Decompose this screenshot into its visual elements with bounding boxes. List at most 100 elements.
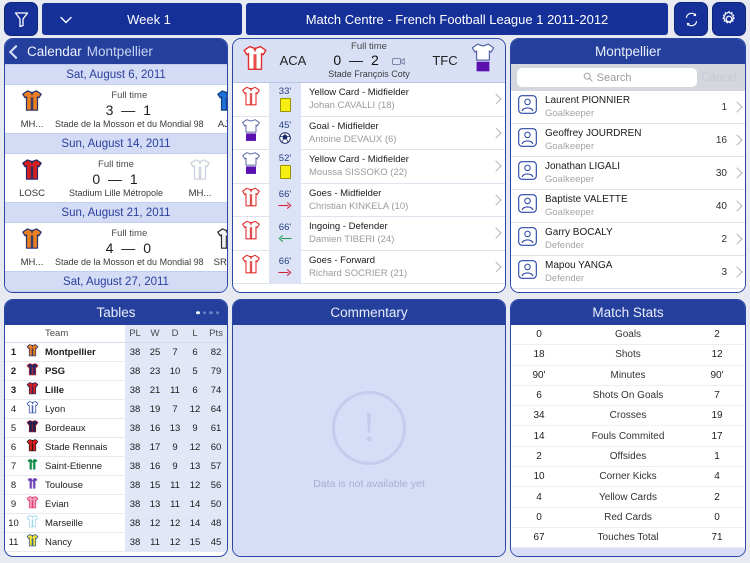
disclosure-chevron-icon[interactable]: [729, 131, 745, 149]
cancel-button[interactable]: Cancel: [701, 72, 739, 84]
player-name: Geoffrey JOURDREN: [545, 128, 642, 139]
player-position: Goalkeeper: [545, 141, 595, 152]
calendar-match-row[interactable]: MH... Full time 4 — 0 Stade de la Mosson et…: [5, 223, 227, 271]
page-dot[interactable]: [215, 310, 219, 315]
app-root: Week 1 Match Centre - French Football Le…: [0, 0, 750, 563]
match-event-row[interactable]: 66' Goes - Forward Richard SOCRIER (21): [233, 250, 505, 284]
table-row[interactable]: 6 Stade Rennais 38 17 9 12 60: [5, 437, 227, 457]
player-number: 3: [721, 266, 727, 278]
video-camera-icon[interactable]: [391, 53, 405, 69]
team-draws: 9: [165, 437, 185, 457]
disclosure-chevron-icon[interactable]: [487, 157, 505, 175]
table-column-header: D: [165, 325, 185, 343]
team-played: 38: [125, 532, 145, 552]
page-dot[interactable]: [196, 310, 200, 315]
team-draws: 10: [165, 361, 185, 381]
event-player: Antoine DEVAUX (6): [309, 133, 397, 145]
refresh-button[interactable]: [674, 2, 708, 36]
event-player: Damien TIBERI (24): [309, 234, 395, 246]
event-minute: 66': [278, 222, 292, 234]
team-points: 45: [205, 532, 227, 552]
disclosure-chevron-icon[interactable]: [487, 90, 505, 108]
back-chevron-icon[interactable]: [8, 44, 24, 59]
jersey-icon: [26, 458, 38, 471]
calendar-back-label[interactable]: Calendar: [27, 44, 82, 59]
disclosure-chevron-icon[interactable]: [487, 191, 505, 209]
arrow-out-icon: [278, 268, 292, 276]
stat-home-value: 2: [536, 450, 542, 462]
event-title: Goal - Midfielder: [309, 120, 379, 132]
stats-filler: [511, 548, 745, 556]
table-row[interactable]: 4 Lyon 38 19 7 12 64: [5, 399, 227, 419]
page-dot[interactable]: [202, 310, 206, 315]
table-row[interactable]: 3 Lille 38 21 11 6 74: [5, 380, 227, 400]
team-rank: 2: [10, 365, 17, 377]
table-row[interactable]: 1 Montpellier 38 25 7 6 82: [5, 342, 227, 362]
player-info: Geoffrey JOURDREN Goalkeeper: [540, 127, 701, 153]
magnifier-icon: [583, 69, 593, 87]
page-dots[interactable]: [196, 310, 219, 315]
calendar-match-row[interactable]: MH... Full time 3 — 1 Stade de la Mosson et…: [5, 85, 227, 133]
table-row[interactable]: 10 Marseille 38 12 12 14 48: [5, 513, 227, 533]
disclosure-chevron-icon[interactable]: [729, 197, 745, 215]
disclosure-chevron-icon[interactable]: [729, 98, 745, 116]
table-row[interactable]: 2 PSG 38 23 10 5 79: [5, 361, 227, 381]
disclosure-chevron-icon[interactable]: [729, 263, 745, 281]
team-wins: 11: [145, 532, 165, 552]
player-row[interactable]: Geoffrey JOURDREN Goalkeeper 16: [511, 124, 745, 157]
search-input[interactable]: Search: [517, 68, 698, 87]
player-row[interactable]: Mapou YANGA Defender 3: [511, 256, 745, 289]
table-row[interactable]: 8 Toulouse 38 15 11 12 56: [5, 475, 227, 495]
player-position: Goalkeeper: [545, 108, 595, 119]
away-team-abbr: MH...: [188, 188, 212, 199]
jersey-icon: [26, 382, 38, 395]
player-row[interactable]: Garry BOCALY Defender 2: [511, 223, 745, 256]
team-name: Nancy: [45, 536, 72, 548]
disclosure-chevron-icon[interactable]: [729, 230, 745, 248]
match-event-row[interactable]: 45' Goal - Midfielder Antoine DEVAUX (6): [233, 116, 505, 150]
week-selector[interactable]: Week 1: [42, 3, 242, 35]
table-row[interactable]: 7 Saint-Etienne 38 16 9 13 57: [5, 456, 227, 476]
standings-body: 1 Montpellier 38 25 7 6 82 2 PSG 38 23 10 5 79 3 Lille 3…: [5, 342, 227, 552]
away-team: MH...: [177, 158, 223, 199]
stat-row: 10 Corner Kicks 4: [511, 467, 745, 488]
jersey-icon: [242, 187, 260, 207]
event-team-kit: [233, 219, 269, 247]
table-row[interactable]: 11 Nancy 38 11 12 15 45: [5, 532, 227, 552]
player-row[interactable]: Baptiste VALETTE Goalkeeper 40: [511, 190, 745, 223]
settings-button[interactable]: [712, 2, 746, 36]
jersey-icon: [26, 439, 38, 452]
filter-icon[interactable]: [4, 2, 38, 36]
page-dot[interactable]: [209, 310, 213, 315]
away-team: SRFC: [204, 227, 227, 268]
match-stats-panel: Match Stats 0 Goals 2 18 Shots 12 90' Minutes 90…: [510, 299, 746, 557]
event-text: Goes - Forward Richard SOCRIER (21): [301, 254, 487, 280]
stat-away-value: 4: [714, 471, 720, 483]
table-row[interactable]: 5 Bordeaux 38 16 13 9 61: [5, 418, 227, 438]
player-row[interactable]: Laurent PIONNIER Goalkeeper 1: [511, 91, 745, 124]
table-row[interactable]: 9 Evian 38 13 11 14 50: [5, 494, 227, 514]
stat-away-value: 1: [714, 450, 720, 462]
avatar: [514, 128, 540, 152]
match-event-row[interactable]: 52' Yellow Card - Midfielder Moussa SISSOK…: [233, 150, 505, 184]
disclosure-chevron-icon[interactable]: [487, 258, 505, 276]
stat-home-value: 6: [536, 390, 542, 402]
person-avatar-icon: [517, 194, 537, 213]
disclosure-chevron-icon[interactable]: [729, 164, 745, 182]
team-draws: 7: [165, 399, 185, 419]
disclosure-chevron-icon[interactable]: [487, 124, 505, 142]
team-losses: 14: [185, 513, 205, 533]
match-status: Full time: [351, 40, 387, 52]
away-kit-icon: [465, 42, 501, 79]
player-row[interactable]: Jonathan LIGALI Goalkeeper 30: [511, 157, 745, 190]
disclosure-chevron-icon[interactable]: [487, 224, 505, 242]
team-losses: 12: [185, 475, 205, 495]
event-time-cell: 66': [269, 250, 301, 283]
stat-away-value: 2: [714, 491, 720, 503]
match-event-row[interactable]: 66' Ingoing - Defender Damien TIBERI (24): [233, 217, 505, 251]
stat-label: Offsides: [609, 450, 647, 462]
event-player: Richard SOCRIER (21): [309, 267, 408, 279]
match-event-row[interactable]: 66' Goes - Midfielder Christian KINKELA (1…: [233, 183, 505, 217]
match-event-row[interactable]: 33' Yellow Card - Midfielder Johan CAVALLI…: [233, 83, 505, 117]
calendar-match-row[interactable]: LOSC Full time 0 — 1 Stadium Lille Métropol…: [5, 154, 227, 202]
